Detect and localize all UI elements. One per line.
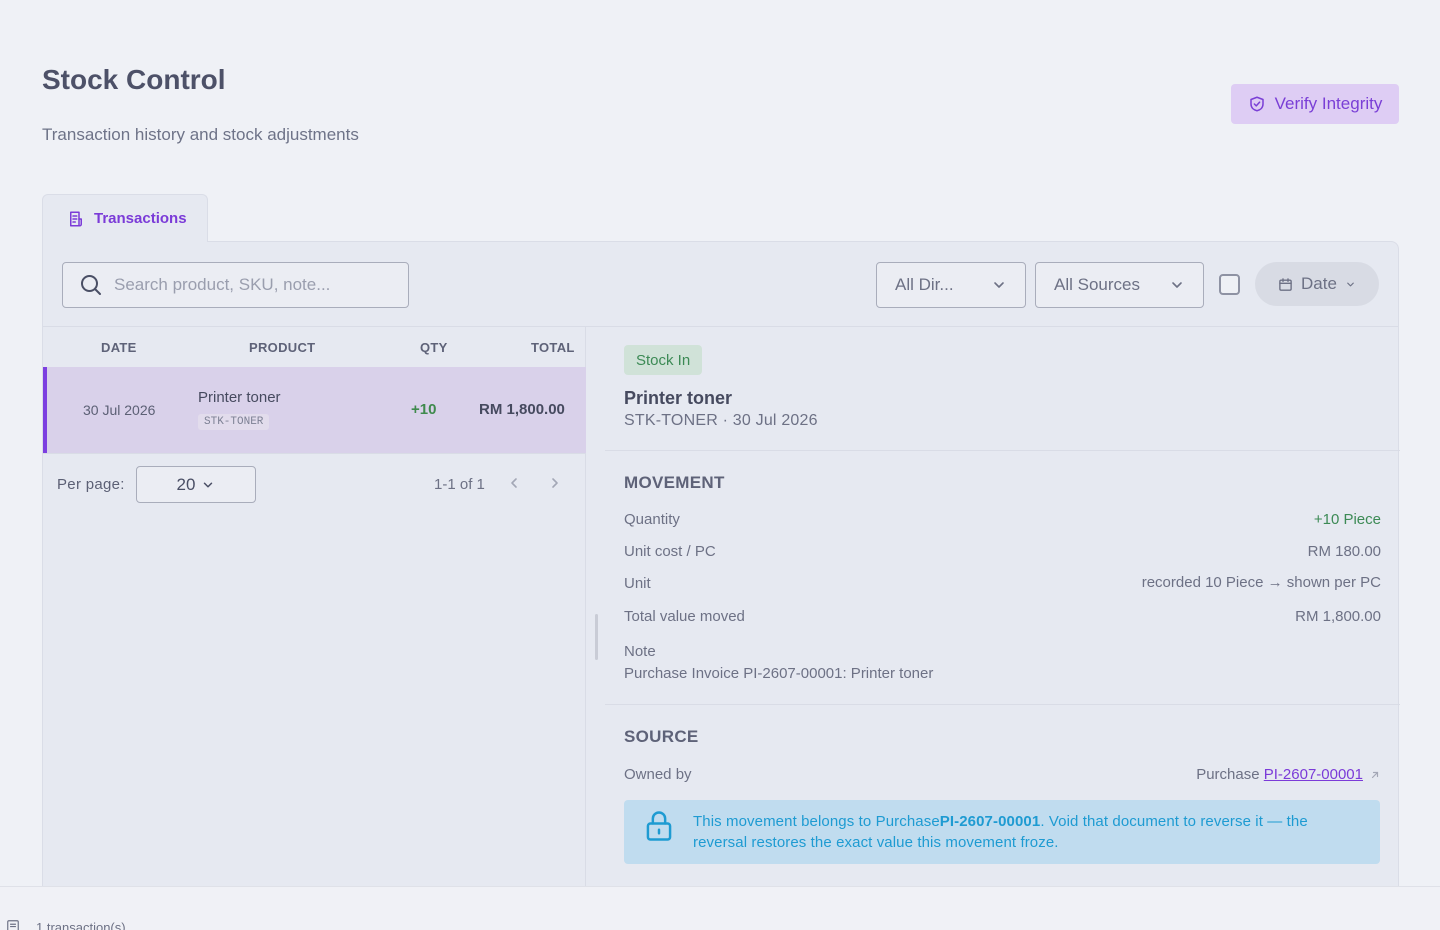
pagination: Per page: 20 1-1 of 1 [43, 453, 586, 511]
status-bar: 1 transaction(s) [0, 886, 1440, 930]
table-row[interactable]: 30 Jul 2026 Printer toner STK-TONER +10 … [43, 367, 586, 453]
row-sku: STK-TONER [198, 414, 270, 430]
note-label: Note [624, 643, 656, 660]
panel-resize-handle[interactable] [595, 614, 598, 660]
verify-integrity-label: Verify Integrity [1274, 94, 1383, 113]
lock-info-text: This movement belongs to PurchasePI-2607… [693, 811, 1363, 853]
movement-value-total: RM 1,800.00 [1295, 608, 1381, 625]
owned-by-label: Owned by [624, 766, 692, 783]
date-filter-button[interactable]: Date [1255, 262, 1379, 306]
per-page-select[interactable]: 20 [136, 466, 256, 503]
column-header-qty[interactable]: QTY [420, 340, 448, 355]
page-title: Stock Control [42, 64, 226, 95]
chevron-right-icon [552, 478, 558, 488]
row-date: 30 Jul 2026 [83, 402, 156, 418]
column-header-total[interactable]: TOTAL [531, 340, 575, 355]
source-select-value: All Sources [1054, 275, 1140, 294]
tab-transactions-label: Transactions [94, 210, 187, 227]
owned-by-value: Purchase PI-2607-00001 [1196, 766, 1381, 783]
search-icon [81, 275, 101, 295]
receipt-icon [70, 211, 82, 226]
chevron-down-icon [204, 481, 213, 488]
per-page-value: 20 [176, 474, 196, 494]
source-section-title: SOURCE [624, 727, 699, 746]
page-range: 1-1 of 1 [434, 476, 485, 493]
source-select[interactable]: All Sources [1035, 262, 1204, 308]
divider [605, 450, 1400, 451]
chevron-left-icon [511, 478, 517, 488]
transaction-list: DATE PRODUCT QTY TOTAL 30 Jul 2026 Print… [43, 327, 586, 902]
search-box [62, 262, 409, 308]
page-subtitle: Transaction history and stock adjustment… [42, 125, 359, 144]
date-filter-label: Date [1301, 274, 1337, 293]
movement-label-unit: Unit [624, 575, 651, 592]
source-document-link[interactable]: PI-2607-00001 [1264, 766, 1363, 783]
detail-subtitle: STK-TONER · 30 Jul 2026 [624, 412, 818, 429]
chevron-down-icon [1172, 282, 1182, 288]
per-page-label: Per page: [57, 476, 125, 493]
row-total: RM 1,800.00 [479, 401, 565, 418]
shield-check-icon [1249, 96, 1264, 112]
direction-select[interactable]: All Dir... [876, 262, 1026, 308]
search-input[interactable] [114, 275, 394, 295]
movement-value-unit-cost: RM 180.00 [1307, 543, 1381, 560]
movement-section-title: MOVEMENT [624, 473, 725, 492]
movement-label-unit-cost: Unit cost / PC [624, 543, 716, 560]
lock-icon [646, 811, 672, 841]
calendar-icon [1279, 277, 1292, 291]
owned-by-type: Purchase [1196, 766, 1260, 783]
row-product: Printer toner [198, 389, 281, 406]
transactions-panel: All Dir... All Sources Date DATE PRODUCT… [42, 241, 1400, 902]
note-text: Purchase Invoice PI-2607-00001: Printer … [624, 665, 934, 682]
next-page-button[interactable] [544, 472, 566, 494]
detail-title: Printer toner [624, 388, 733, 408]
column-header-date[interactable]: DATE [101, 340, 137, 355]
list-icon [7, 920, 19, 930]
verify-integrity-button[interactable]: Verify Integrity [1231, 84, 1399, 124]
direction-select-value: All Dir... [895, 275, 954, 294]
table-header: DATE PRODUCT QTY TOTAL [43, 327, 585, 367]
movement-label-quantity: Quantity [624, 511, 680, 528]
info-text-prefix: This movement belongs to Purchase [693, 813, 940, 830]
column-header-product[interactable]: PRODUCT [249, 340, 315, 355]
prev-page-button[interactable] [503, 472, 525, 494]
chevron-down-icon [994, 282, 1004, 288]
chevron-down-icon [1347, 282, 1354, 286]
row-qty: +10 [411, 401, 437, 418]
lock-info-box: This movement belongs to PurchasePI-2607… [624, 800, 1380, 864]
tab-transactions[interactable]: Transactions [42, 194, 208, 242]
movement-label-total: Total value moved [624, 608, 745, 625]
movement-value-unit: recorded 10 Piece → shown per PC [1141, 574, 1381, 591]
filter-checkbox[interactable] [1219, 274, 1240, 295]
info-doc-number: PI-2607-00001 [939, 813, 1041, 830]
transaction-count: 1 transaction(s) [36, 920, 126, 930]
external-link-icon [1371, 771, 1379, 779]
transaction-detail: Stock In Printer toner STK-TONER · 30 Ju… [605, 327, 1400, 902]
status-badge: Stock In [624, 345, 703, 375]
filter-toolbar: All Dir... All Sources Date [43, 242, 1398, 327]
movement-value-quantity: +10 Piece [1313, 511, 1381, 528]
divider [605, 704, 1400, 705]
